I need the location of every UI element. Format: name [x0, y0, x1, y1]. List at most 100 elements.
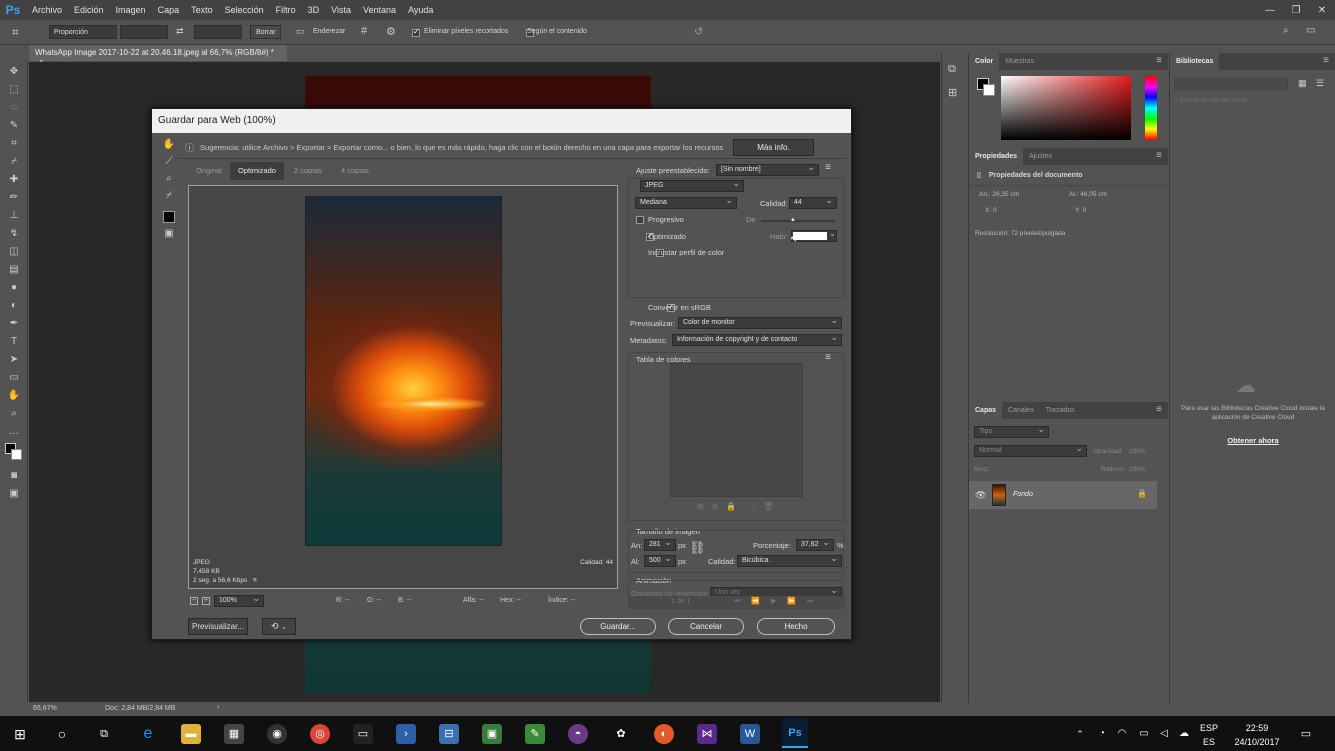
tray-chevron-icon[interactable]: ⌃ [1070, 724, 1090, 744]
last-frame-icon[interactable]: ⏭ [807, 598, 824, 605]
status-arrow-icon[interactable]: › [217, 704, 219, 711]
browser-select[interactable]: ⟲ ⌄ [262, 618, 296, 635]
firefox-icon[interactable]: ◐ [654, 724, 674, 744]
background-color[interactable] [11, 449, 22, 460]
color-table-menu-icon[interactable]: ≡ [825, 352, 831, 363]
close-icon[interactable]: ✕ [1309, 5, 1335, 16]
restore-icon[interactable]: ❐ [1283, 5, 1309, 16]
app-icon[interactable]: ◉ [267, 724, 287, 744]
menu-seleccion[interactable]: Selección [219, 5, 270, 15]
delete-cropped-checkbox[interactable] [412, 27, 420, 37]
eyedropper-tool-icon[interactable]: ⌿ [0, 152, 28, 170]
network-icon[interactable]: ⊟ [439, 724, 459, 744]
percent-input[interactable]: 37,62 [796, 537, 834, 551]
hand-tool-icon[interactable]: ✋ [0, 386, 28, 404]
straighten-label[interactable]: Enderezar [313, 28, 345, 35]
height-field[interactable] [194, 25, 242, 39]
width-input[interactable]: 281 [644, 537, 676, 551]
tab-optimized[interactable]: Optimizado [230, 162, 284, 180]
menu-capa[interactable]: Capa [152, 5, 186, 15]
calculator-icon[interactable]: ▦ [224, 724, 244, 744]
clear-button[interactable]: Borrar [250, 25, 282, 39]
menu-vista[interactable]: Vista [325, 5, 357, 15]
notifications-icon[interactable]: ▭ [1296, 724, 1316, 744]
crop-tool-icon[interactable]: ⌗ [0, 134, 28, 152]
tab-adjustments[interactable]: Ajustes [1023, 148, 1058, 165]
clock[interactable]: 22:59 24/10/2017 [1234, 721, 1280, 749]
file-explorer-icon[interactable]: ▬ [181, 724, 201, 744]
play-icon[interactable]: ▶ [771, 598, 787, 605]
brush-tool-icon[interactable]: ✏ [0, 188, 28, 206]
stamp-tool-icon[interactable]: ⊥ [0, 206, 28, 224]
zoom-out-icon[interactable]: − [190, 597, 198, 605]
search-icon[interactable]: ⌕ [1283, 25, 1289, 36]
language-indicator[interactable]: ESP ES [1200, 721, 1218, 749]
progressive-checkbox[interactable] [636, 216, 644, 224]
path-select-icon[interactable]: ➤ [0, 350, 28, 368]
lasso-tool-icon[interactable]: ◌ [0, 98, 28, 116]
library-select[interactable] [1174, 78, 1288, 90]
bg-color-swatch[interactable] [983, 84, 995, 96]
quick-mask-icon[interactable]: ◙ [0, 466, 28, 484]
get-now-link[interactable]: Obtener ahora [1180, 436, 1326, 445]
gradient-tool-icon[interactable]: ▤ [0, 260, 28, 278]
workspace-icon[interactable]: ▭ [1306, 25, 1315, 36]
matte-select[interactable]: ⌄ [791, 229, 837, 242]
library-search-input[interactable]: ⌕ Buscar en Adobe Stock [1174, 97, 1324, 109]
onedrive-icon[interactable]: ☁ [1174, 724, 1194, 744]
terminal-icon[interactable]: ▭ [353, 724, 373, 744]
tab-2-up[interactable]: 2 copias [286, 162, 330, 180]
resample-select[interactable]: Bicúbica [737, 553, 842, 567]
link-icon[interactable]: ⛓ [689, 540, 706, 556]
layer-name[interactable]: Fondo [1013, 491, 1033, 498]
dodge-tool-icon[interactable]: ◐ [0, 296, 28, 314]
zoom-in-icon[interactable]: + [202, 597, 210, 605]
menu-ventana[interactable]: Ventana [357, 5, 402, 15]
tab-properties[interactable]: Propiedades [969, 148, 1024, 165]
hand-tool-icon[interactable]: ✋ [160, 139, 178, 156]
pen-tool-icon[interactable]: ✒ [0, 314, 28, 332]
straighten-icon[interactable]: ▭ [296, 26, 305, 37]
quality-input[interactable]: 44 [789, 195, 837, 209]
blur-tool-icon[interactable]: ● [0, 278, 28, 296]
panel-menu-icon[interactable]: ≡ [1323, 55, 1329, 66]
first-frame-icon[interactable]: ⏮ [734, 598, 751, 605]
color-spectrum[interactable] [1001, 76, 1131, 140]
blend-mode-select[interactable]: Normal [974, 443, 1087, 457]
height-input[interactable]: 500 [644, 553, 676, 567]
screen-mode-icon[interactable]: ▣ [0, 484, 28, 502]
color-swatches[interactable] [0, 440, 28, 466]
app3-icon[interactable]: ✿ [611, 724, 631, 744]
shift-web-icon[interactable]: ⊛ [712, 502, 727, 511]
more-tools-icon[interactable]: … [0, 422, 28, 440]
opacity-value[interactable]: 100% [1129, 448, 1146, 455]
chrome-icon[interactable]: ◎ [310, 724, 330, 744]
rectangle-tool-icon[interactable]: ▭ [0, 368, 28, 386]
speed-menu-icon[interactable]: ≡ [253, 577, 257, 584]
healing-tool-icon[interactable]: ✚ [0, 170, 28, 188]
width-field[interactable] [120, 25, 168, 39]
list-view-icon[interactable]: ☰ [1316, 78, 1324, 89]
menu-edicion[interactable]: Edición [68, 5, 110, 15]
done-button[interactable]: Hecho [757, 618, 835, 635]
cancel-button[interactable]: Cancelar [668, 618, 744, 635]
quality-level-select[interactable]: Mediana [635, 195, 737, 209]
eyedropper-icon[interactable]: ⌿ [160, 190, 178, 207]
map-transparent-icon[interactable]: ⊞ [697, 502, 712, 511]
next-frame-icon[interactable]: ⏩ [787, 598, 807, 605]
grid-overlay-icon[interactable]: # [361, 25, 367, 37]
history-icon[interactable]: ⧉ [948, 63, 967, 76]
preview-pane[interactable]: JPEG 7,458 KB 2 seg. a 56,6 Kbps ≡ Calid… [188, 185, 618, 589]
windows-start-icon[interactable]: ⊞ [10, 724, 30, 744]
ratio-select[interactable]: Proporción [49, 25, 117, 39]
zoom-tool-icon[interactable]: ⌕ [0, 404, 28, 422]
swap-icon[interactable]: ⇄ [176, 26, 184, 37]
volume-icon[interactable]: ◁ [1154, 724, 1174, 744]
edge-icon[interactable]: e [138, 724, 158, 744]
github-icon[interactable]: ◓ [568, 724, 588, 744]
properties-icon[interactable]: ⊞ [948, 86, 967, 99]
tab-channels[interactable]: Canales [1002, 402, 1040, 419]
menu-filtro[interactable]: Filtro [270, 5, 302, 15]
panel-menu-icon[interactable]: ≡ [1156, 150, 1162, 161]
preview-select[interactable]: Color de monitor [678, 315, 842, 329]
